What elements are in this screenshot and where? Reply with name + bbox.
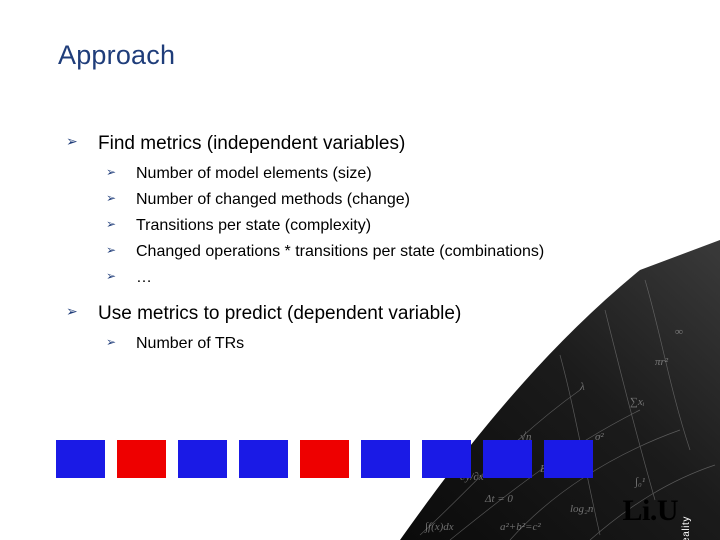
color-square (422, 440, 471, 478)
list-item-label: Number of changed methods (change) (136, 191, 410, 208)
svg-text:σ²: σ² (595, 431, 604, 443)
svg-text:λ: λ (579, 381, 585, 393)
list-item: ➢ … (106, 267, 662, 289)
list-item-label: Changed operations * transitions per sta… (136, 243, 545, 260)
color-square (300, 440, 349, 478)
color-square (483, 440, 532, 478)
list-item-label: Number of model elements (size) (136, 165, 372, 182)
logo-tagline: expanding reality (681, 516, 692, 540)
list-item: ➢ Number of changed methods (change) (106, 189, 662, 211)
list-item: ➢ Number of model elements (size) (106, 163, 662, 185)
list-item-label: … (136, 269, 152, 286)
arrow-bullet-icon: ➢ (66, 303, 78, 319)
sub-bullet-list-prediction: ➢ Number of TRs (62, 333, 662, 355)
color-square (117, 440, 166, 478)
svg-text:∞: ∞ (675, 326, 683, 338)
svg-text:Δt = 0: Δt = 0 (484, 493, 513, 505)
top-bullet-find-metrics: ➢ Find metrics (independent variables) (62, 131, 662, 157)
list-item-label: Transitions per state (complexity) (136, 217, 372, 234)
svg-text:∫f(x)dx: ∫f(x)dx (424, 521, 454, 533)
arrow-bullet-icon: ➢ (106, 217, 117, 231)
slide-content: ➢ Find metrics (independent variables) ➢… (62, 131, 662, 359)
section-heading: Use metrics to predict (dependent variab… (98, 303, 462, 324)
list-item-label: Number of TRs (136, 335, 245, 352)
svg-text:∑xᵢ: ∑xᵢ (630, 396, 645, 408)
arrow-bullet-icon: ➢ (106, 165, 117, 179)
list-item: ➢ Number of TRs (106, 333, 662, 355)
color-square (239, 440, 288, 478)
sub-bullet-list-metrics: ➢ Number of model elements (size) ➢ Numb… (62, 163, 662, 289)
arrow-bullet-icon: ➢ (106, 243, 117, 257)
color-square (56, 440, 105, 478)
list-item: ➢ Changed operations * transitions per s… (106, 241, 662, 263)
arrow-bullet-icon: ➢ (106, 335, 117, 349)
svg-text:a²+b²=c²: a²+b²=c² (500, 521, 541, 533)
color-square (361, 440, 410, 478)
liu-logo: Li.U expanding reality (622, 494, 692, 540)
color-square (178, 440, 227, 478)
arrow-bullet-icon: ➢ (106, 269, 117, 283)
presentation-slide: ∫f(x)dx Δt = 0 E = mc² σ² ∑xᵢ πr² ∂y/∂x … (0, 0, 720, 540)
color-squares-strip (56, 440, 593, 478)
list-item: ➢ Transitions per state (complexity) (106, 215, 662, 237)
arrow-bullet-icon: ➢ (106, 191, 117, 205)
svg-text:log₂n: log₂n (570, 503, 594, 515)
color-square (544, 440, 593, 478)
logo-wordmark: Li.U (622, 494, 678, 527)
svg-text:∫₀¹: ∫₀¹ (634, 476, 645, 488)
section-heading: Find metrics (independent variables) (98, 133, 406, 154)
slide-title: Approach (58, 40, 176, 70)
top-bullet-use-metrics: ➢ Use metrics to predict (dependent vari… (62, 301, 662, 327)
arrow-bullet-icon: ➢ (66, 133, 78, 149)
